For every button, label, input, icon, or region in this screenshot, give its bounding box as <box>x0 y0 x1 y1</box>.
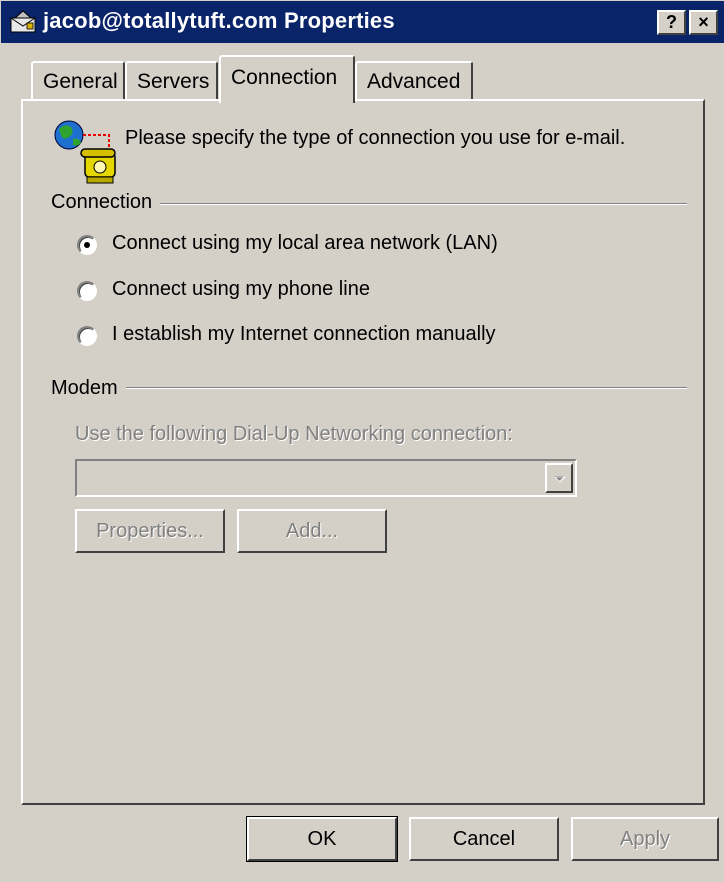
add-button[interactable]: Add... <box>237 509 387 553</box>
modem-group-line <box>51 387 687 389</box>
title-bar[interactable]: jacob@totallytuft.com Properties ? × <box>1 1 724 43</box>
close-button[interactable]: × <box>689 10 718 35</box>
globe-telephone-icon <box>54 120 116 184</box>
dropdown-arrow-button[interactable] <box>545 463 573 493</box>
properties-button[interactable]: Properties... <box>75 509 225 553</box>
dialup-label: Use the following Dial-Up Networking con… <box>75 423 513 445</box>
connection-group-label: Connection <box>51 191 161 214</box>
envelope-title-icon <box>10 10 36 33</box>
radio-button[interactable] <box>77 326 97 346</box>
cancel-button[interactable]: Cancel <box>409 817 559 861</box>
connection-tab-panel: Please specify the type of connection yo… <box>21 99 705 805</box>
radio-lan-label[interactable]: Connect using my local area network (LAN… <box>112 232 498 255</box>
help-button[interactable]: ? <box>657 10 686 35</box>
radio-dot <box>84 242 90 248</box>
tab-connection[interactable]: Connection <box>219 55 355 103</box>
ok-button[interactable]: OK <box>246 816 398 862</box>
properties-dialog: jacob@totallytuft.com Properties ? × Gen… <box>0 0 724 882</box>
radio-button[interactable] <box>77 281 97 301</box>
tab-servers[interactable]: Servers <box>125 61 218 101</box>
tab-advanced[interactable]: Advanced <box>355 61 473 101</box>
dialup-connection-dropdown[interactable] <box>75 459 577 497</box>
modem-group-label: Modem <box>51 377 126 400</box>
radio-phone-line-label[interactable]: Connect using my phone line <box>112 278 370 301</box>
radio-manual-label[interactable]: I establish my Internet connection manua… <box>112 323 496 346</box>
intro-text: Please specify the type of connection yo… <box>125 127 626 149</box>
window-title: jacob@totallytuft.com Properties <box>43 8 395 33</box>
apply-button[interactable]: Apply <box>571 817 719 861</box>
tab-general[interactable]: General <box>31 61 125 101</box>
radio-button[interactable] <box>77 235 97 255</box>
dropdown-arrow-icon <box>554 476 566 483</box>
